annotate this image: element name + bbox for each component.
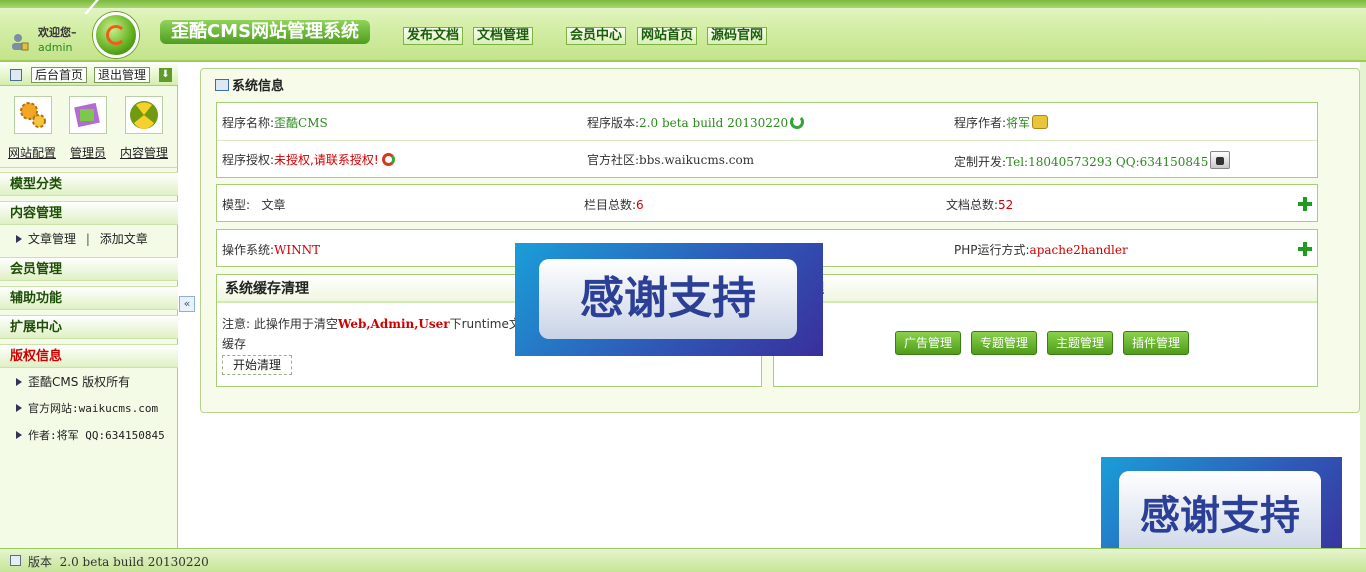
quick-admin[interactable]: 管理员: [70, 144, 106, 161]
plugin-manage-button[interactable]: 插件管理: [1123, 331, 1190, 355]
site-logo-icon: [93, 12, 139, 58]
lock-icon: [1210, 151, 1231, 169]
system-info-panel: 系统信息 程序名称:歪酷CMS 程序版本:2.0 beta build 2013…: [200, 68, 1360, 413]
quick-content[interactable]: 内容管理: [120, 144, 168, 161]
sidebar-section-ext[interactable]: 扩展中心: [0, 315, 178, 339]
cache-note-line2: 缓存: [222, 337, 247, 351]
sidebar-section-content[interactable]: 内容管理: [0, 201, 178, 225]
sidebar-section-member[interactable]: 会员管理: [0, 257, 178, 281]
arrow-right-icon: [16, 235, 22, 243]
program-info-box: 程序名称:歪酷CMS 程序版本:2.0 beta build 20130220 …: [216, 102, 1318, 178]
left-sidebar: 后台首页 退出管理 ⬇ 网站配置 管理员 内容管理 模型分类 内容管理 文章管理…: [0, 64, 178, 548]
copyright-item: 官方网站:waikucms.com: [0, 396, 178, 422]
panel-title: 系统信息: [215, 75, 284, 94]
column-stat: 栏目总数:6: [584, 198, 644, 212]
sidebar-section-aux[interactable]: 辅助功能: [0, 286, 178, 310]
arrow-down-icon[interactable]: ⬇: [159, 68, 172, 82]
author-badge-icon: [1032, 115, 1049, 129]
calendar-icon: [10, 69, 22, 81]
right-scroll-edge: [1360, 62, 1366, 548]
model-stat: 模型: 文章: [222, 198, 286, 212]
collapse-sidebar-button[interactable]: «: [179, 296, 195, 312]
content-stats-box: 模型: 文章 栏目总数:6 文档总数:52: [216, 184, 1318, 222]
nav-doc-manage[interactable]: 文档管理: [473, 27, 534, 45]
user-icon: [12, 34, 29, 51]
sidebar-section-copyright[interactable]: 版权信息: [0, 344, 178, 368]
content-globe-icon[interactable]: [125, 96, 163, 134]
watermark-text: 感谢支持: [539, 259, 797, 339]
status-footer: 版本 2.0 beta build 20130220: [0, 548, 1366, 572]
topic-manage-button[interactable]: 专题管理: [971, 331, 1038, 355]
program-version: 程序版本:2.0 beta build 20130220: [587, 114, 805, 131]
footer-version: 版本 2.0 beta build 20130220: [28, 555, 209, 569]
watermark-overlay: 感谢支持: [515, 243, 823, 356]
article-manage-link[interactable]: 文章管理: [28, 232, 76, 246]
arrow-right-icon: [16, 404, 22, 412]
theme-manage-button[interactable]: 主题管理: [1047, 331, 1114, 355]
quick-site-config[interactable]: 网站配置: [8, 144, 56, 161]
copyright-text: 歪酷CMS 版权所有: [28, 375, 131, 389]
panel-title-text: 系统信息: [232, 79, 285, 94]
official-site-text[interactable]: 官方网站:waikucms.com: [28, 402, 158, 415]
custom-dev: 定制开发:Tel:18040573293 QQ:634150845: [954, 151, 1231, 170]
arrow-right-icon: [16, 378, 22, 386]
table-icon: [215, 79, 229, 91]
copyright-item: 歪酷CMS 版权所有: [0, 369, 178, 395]
manage-box: 理 广告管理 专题管理 主题管理 插件管理: [773, 274, 1318, 387]
refresh-icon[interactable]: [790, 115, 805, 129]
php-mode: PHP运行方式:apache2handler: [954, 243, 1128, 257]
os-info: 操作系统:WINNT: [222, 243, 321, 257]
nav-site-home[interactable]: 网站首页: [637, 27, 698, 45]
author-text: 作者:将军 QQ:634150845: [28, 429, 165, 442]
article-add-link[interactable]: 添加文章: [100, 232, 148, 246]
info-icon: [10, 555, 21, 566]
doc-stat: 文档总数:52: [946, 198, 1014, 212]
cache-note: 注意: 此操作用于清空Web,Admin,User下runtime文件夹: [222, 317, 545, 331]
program-author: 程序作者:将军: [954, 114, 1049, 131]
site-title: 歪酷CMS网站管理系统: [160, 20, 370, 44]
admin-home-button[interactable]: 后台首页: [31, 67, 88, 83]
ad-manage-button[interactable]: 广告管理: [895, 331, 962, 355]
nav-official-site[interactable]: 源码官网: [707, 27, 768, 45]
logout-button[interactable]: 退出管理: [94, 67, 151, 83]
welcome-block: 欢迎您– admin: [6, 22, 84, 58]
arrow-right-icon: [16, 431, 22, 439]
divider: |: [85, 232, 90, 246]
official-community: 官方社区:bbs.waikucms.com: [587, 153, 755, 167]
welcome-username: admin: [38, 41, 73, 54]
top-header: 欢迎您– admin 歪酷CMS网站管理系统 发布文档 文档管理 会员中心 网站…: [0, 0, 1366, 62]
quick-icons: 网站配置 管理员 内容管理: [0, 88, 178, 168]
program-license: 程序授权:未授权,请联系授权!: [222, 151, 395, 168]
start-clean-button[interactable]: 开始清理: [222, 355, 293, 375]
program-name: 程序名称:歪酷CMS: [222, 116, 328, 130]
nav-publish-doc[interactable]: 发布文档: [403, 27, 464, 45]
welcome-text: 欢迎您–: [38, 26, 77, 39]
plus-icon[interactable]: [1297, 241, 1313, 257]
app-root: 欢迎您– admin 歪酷CMS网站管理系统 发布文档 文档管理 会员中心 网站…: [0, 0, 1366, 572]
plus-icon[interactable]: [1297, 196, 1313, 212]
manage-title: 理: [774, 275, 1317, 303]
nav-member-center[interactable]: 会员中心: [566, 27, 627, 45]
gears-icon[interactable]: [14, 96, 52, 134]
sidebar-toolbar: 后台首页 退出管理 ⬇: [0, 64, 178, 86]
admin-book-icon[interactable]: [69, 96, 107, 134]
copyright-item: 作者:将军 QQ:634150845: [0, 423, 178, 449]
sidebar-item-article: 文章管理 | 添加文章: [0, 226, 178, 252]
sidebar-section-model[interactable]: 模型分类: [0, 172, 178, 196]
license-refresh-icon[interactable]: [381, 153, 395, 166]
